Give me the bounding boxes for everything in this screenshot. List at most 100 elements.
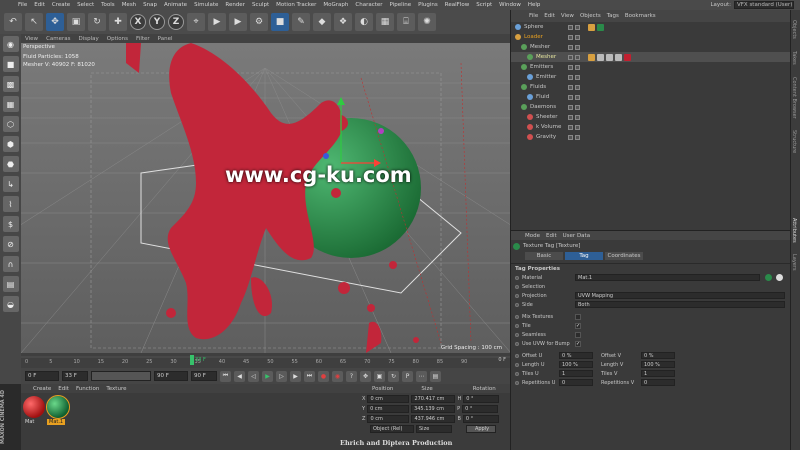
deformer-icon[interactable]: ◐ — [355, 13, 373, 31]
mix-textures-checkbox[interactable] — [575, 313, 581, 320]
om-menu-tags[interactable]: Tags — [607, 13, 619, 19]
keyframe-selection-icon[interactable]: ? — [346, 370, 357, 382]
axis-mode-icon[interactable]: ↳ — [2, 176, 19, 192]
size-mode-dropdown[interactable]: Size — [416, 424, 452, 433]
next-frame-icon[interactable]: ▷ — [276, 370, 287, 382]
position-y-field[interactable]: 0 cm — [367, 404, 410, 413]
object-row[interactable]: Mesher — [511, 42, 790, 52]
timeline-ruler[interactable]: 0 5 10 15 20 25 30 35 40 45 50 55 60 65 70 75 80 85 90 33 … — [21, 353, 510, 368]
menu-snap[interactable]: Snap — [143, 2, 157, 8]
attr-menu-edit[interactable]: Edit — [546, 233, 557, 239]
menu-simulate[interactable]: Simulate — [194, 2, 218, 8]
offset-v-field[interactable]: 0 % — [641, 352, 675, 359]
menu-mograph[interactable]: MoGraph — [323, 2, 348, 8]
menu-pipeline[interactable]: Pipeline — [390, 2, 412, 8]
camera-icon[interactable]: ⌸ — [397, 13, 415, 31]
rotate-icon[interactable]: ↻ — [88, 13, 106, 31]
tweak-mode-icon[interactable]: ⌇ — [2, 196, 19, 212]
menu-script[interactable]: Script — [476, 2, 492, 8]
next-key-icon[interactable]: ▶ — [290, 370, 301, 382]
uvw-bump-checkbox[interactable]: ✓ — [575, 340, 581, 347]
tag-icon[interactable] — [615, 53, 622, 61]
perspective-viewport[interactable]: Perspective Fluid Particles: 1058 Mesher… — [21, 43, 510, 353]
menu-mesh[interactable]: Mesh — [122, 2, 136, 8]
menu-select[interactable]: Select — [77, 2, 94, 8]
sculpt-icon[interactable]: ◒ — [2, 296, 19, 312]
menu-render[interactable]: Render — [225, 2, 245, 8]
workplane-icon[interactable]: ▦ — [2, 96, 19, 112]
anim-dot-icon[interactable] — [515, 275, 519, 280]
menu-sculpt[interactable]: Sculpt — [252, 2, 269, 8]
attr-menu-mode[interactable]: Mode — [525, 233, 540, 239]
object-visibility-flags[interactable] — [568, 54, 580, 60]
y-axis-icon[interactable]: Y — [149, 14, 165, 30]
om-menu-file[interactable]: File — [529, 13, 538, 19]
menu-tools[interactable]: Tools — [101, 2, 115, 8]
projection-dropdown[interactable]: UVW Mapping — [575, 292, 785, 299]
make-editable-icon[interactable]: ◉ — [2, 36, 19, 52]
anim-dot-icon[interactable] — [515, 293, 519, 298]
attr-menu-user-data[interactable]: User Data — [563, 233, 590, 239]
anim-dot-icon[interactable] — [515, 380, 519, 385]
scale-key-icon[interactable]: ▣ — [374, 370, 385, 382]
locked-workplane-icon[interactable]: ⊘ — [2, 236, 19, 252]
offset-u-field[interactable]: 0 % — [559, 352, 593, 359]
anim-dot-icon[interactable] — [515, 302, 519, 307]
apply-button[interactable]: Apply — [466, 424, 496, 433]
light-icon[interactable]: ✺ — [418, 13, 436, 31]
tiles-u-field[interactable]: 1 — [559, 370, 593, 377]
render-picture-icon[interactable]: ▶ — [229, 13, 247, 31]
undo-icon[interactable]: ↶ — [4, 13, 22, 31]
move-icon[interactable]: ✥ — [46, 13, 64, 31]
snap-icon[interactable]: $ — [2, 216, 19, 232]
coordinate-system-icon[interactable]: ⌖ — [187, 13, 205, 31]
side-tab-takes[interactable]: Takes — [791, 49, 797, 67]
material-swatch-green[interactable] — [46, 395, 70, 419]
edges-mode-icon[interactable]: ⬢ — [2, 136, 19, 152]
layout-dropdown[interactable]: VFX standard (User) — [734, 1, 794, 9]
goto-start-icon[interactable]: ⏮ — [220, 370, 231, 382]
side-dropdown[interactable]: Both — [575, 301, 785, 308]
object-visibility-flags[interactable] — [568, 44, 580, 50]
tag-icon[interactable] — [597, 23, 604, 31]
object-row[interactable]: Daemons — [511, 102, 790, 112]
object-tags[interactable] — [588, 23, 604, 31]
z-axis-icon[interactable]: Z — [168, 14, 184, 30]
length-v-field[interactable]: 100 % — [641, 361, 675, 368]
object-row[interactable]: Mesher — [511, 52, 790, 62]
side-tab-content-browser[interactable]: Content Browser — [791, 75, 797, 121]
tab-tag[interactable]: Tag — [565, 252, 603, 260]
object-row[interactable]: Gravity — [511, 132, 790, 142]
rotation-h-field[interactable]: 0 ° — [463, 394, 500, 403]
position-x-field[interactable]: 0 cm — [367, 394, 410, 403]
viewport-menu-options[interactable]: Options — [107, 36, 128, 42]
tab-coordinates[interactable]: Coordinates — [605, 252, 643, 260]
om-menu-edit[interactable]: Edit — [544, 13, 555, 19]
material-swatch-red[interactable] — [23, 396, 45, 418]
material-menu-icon[interactable] — [776, 274, 783, 281]
goto-end-icon[interactable]: ⏭ — [304, 370, 315, 382]
tile-checkbox[interactable]: ✓ — [575, 322, 581, 329]
pla-key-icon[interactable]: ⋯ — [416, 370, 427, 382]
menu-motion-tracker[interactable]: Motion Tracker — [276, 2, 316, 8]
position-key-icon[interactable]: ✥ — [360, 370, 371, 382]
environment-icon[interactable]: ▦ — [376, 13, 394, 31]
anim-dot-icon[interactable] — [515, 353, 519, 358]
object-visibility-flags[interactable] — [568, 104, 580, 110]
anim-dot-icon[interactable] — [515, 284, 519, 289]
side-tab-objects[interactable]: Objects — [791, 18, 797, 41]
menu-realflow[interactable]: RealFlow — [445, 2, 469, 8]
tab-basic[interactable]: Basic — [525, 252, 563, 260]
object-row[interactable]: Fluid — [511, 92, 790, 102]
tag-icon[interactable] — [588, 23, 595, 31]
cube-icon[interactable]: ■ — [271, 13, 289, 31]
timeline-window-icon[interactable]: ▤ — [430, 370, 441, 382]
model-mode-icon[interactable]: ■ — [2, 56, 19, 72]
tiles-v-field[interactable]: 1 — [641, 370, 675, 377]
object-visibility-flags[interactable] — [568, 124, 580, 130]
floor-grid-icon[interactable]: ▤ — [2, 276, 19, 292]
om-menu-bookmarks[interactable]: Bookmarks — [625, 13, 656, 19]
material-menu-create[interactable]: Create — [33, 386, 51, 392]
array-icon[interactable]: ❖ — [334, 13, 352, 31]
tag-icon[interactable] — [588, 53, 595, 61]
